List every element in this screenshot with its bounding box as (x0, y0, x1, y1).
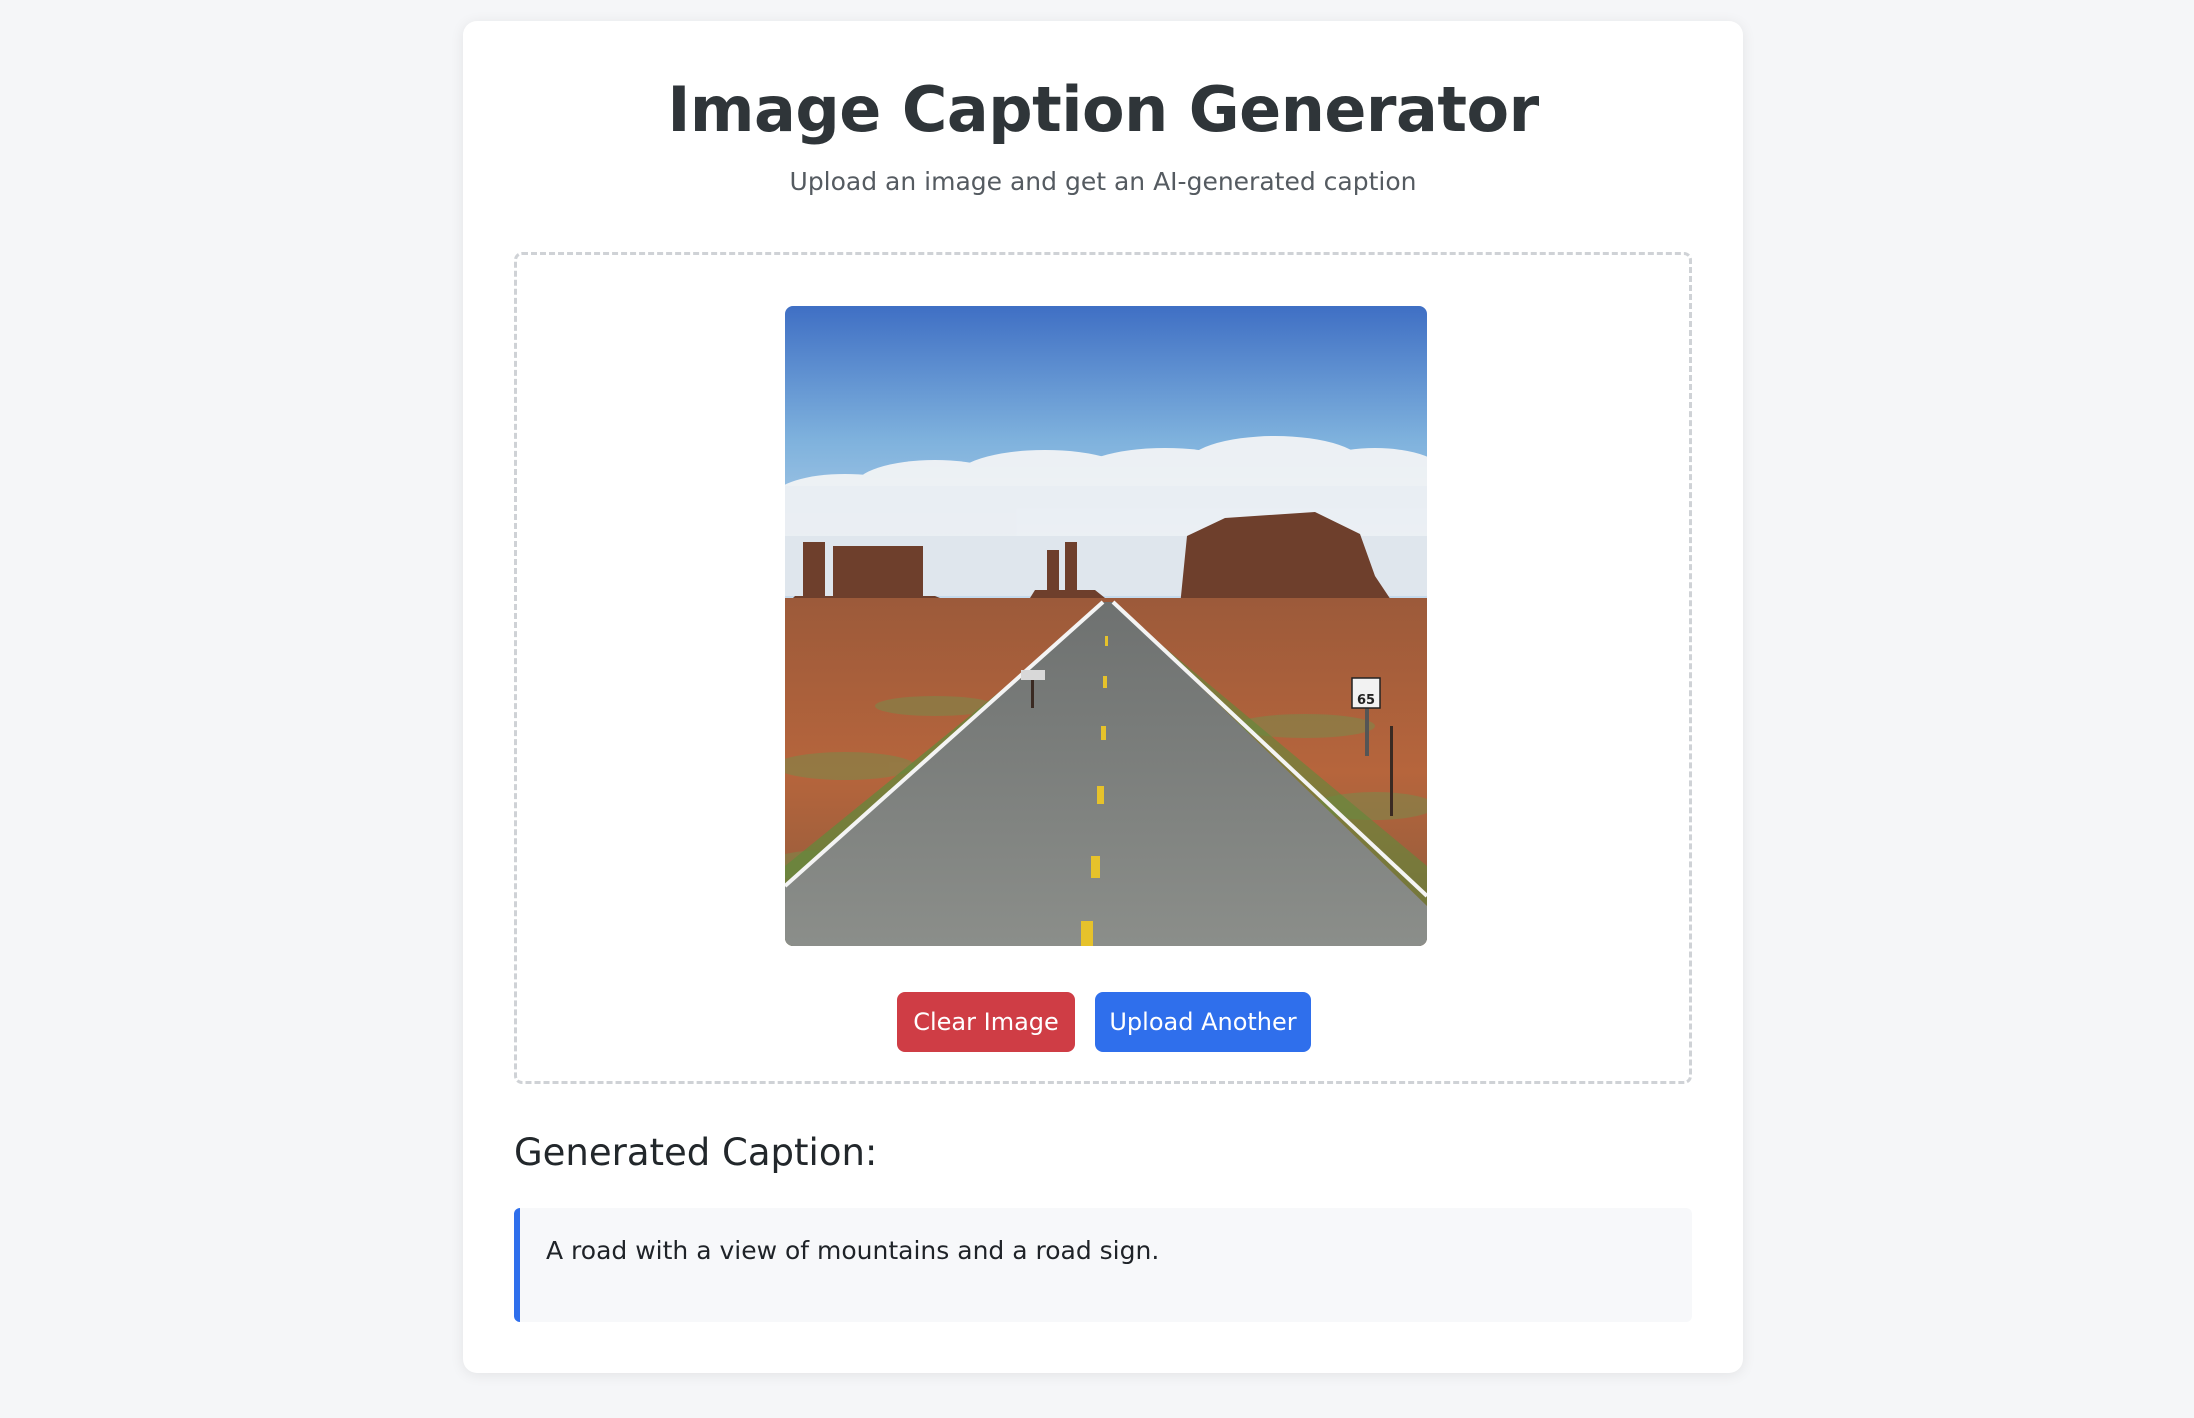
image-preview: 65 (785, 306, 1427, 946)
main-card: Image Caption Generator Upload an image … (463, 21, 1743, 1373)
upload-dropzone[interactable]: 65 Clear Image Upload Another (514, 252, 1692, 1084)
page-subtitle: Upload an image and get an AI-generated … (789, 167, 1417, 196)
page-title: Image Caption Generator (667, 73, 1539, 146)
upload-another-button[interactable]: Upload Another (1095, 992, 1311, 1052)
clear-image-button[interactable]: Clear Image (897, 992, 1075, 1052)
caption-box: A road with a view of mountains and a ro… (514, 1208, 1692, 1322)
caption-text: A road with a view of mountains and a ro… (546, 1236, 1160, 1265)
caption-heading: Generated Caption: (514, 1131, 878, 1174)
sign-text: 65 (1357, 693, 1375, 708)
